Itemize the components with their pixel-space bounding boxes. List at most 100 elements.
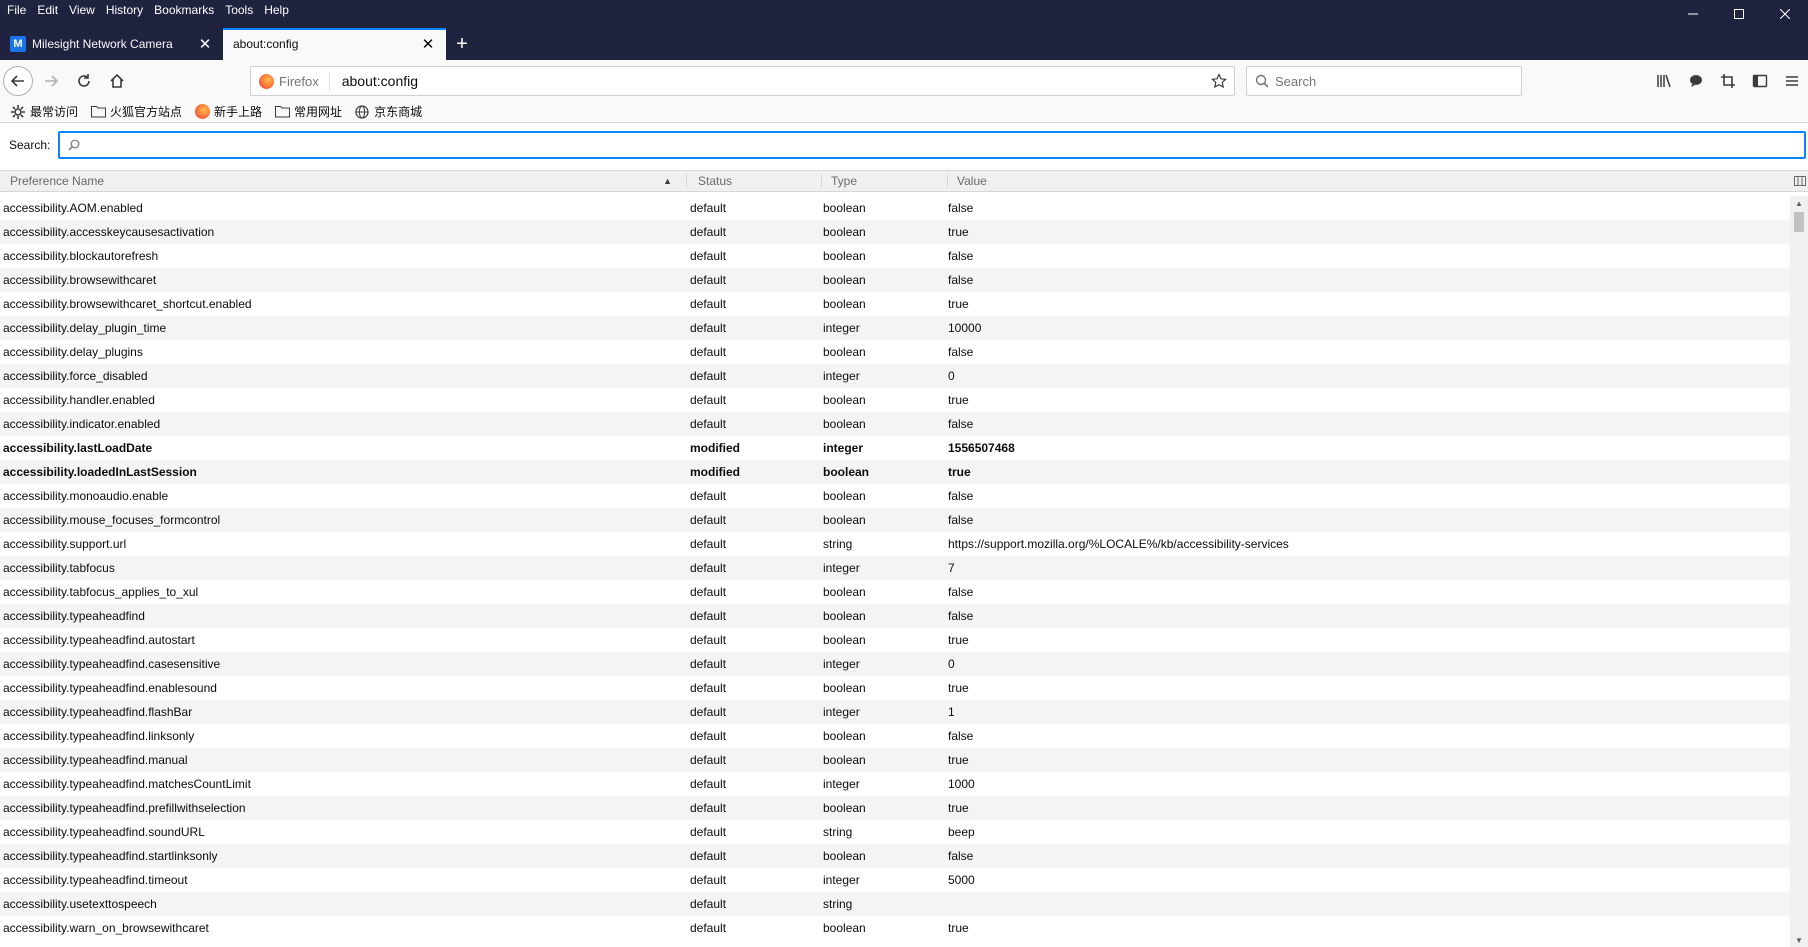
- column-header-type[interactable]: Type: [821, 174, 947, 188]
- url-text[interactable]: about:config: [330, 73, 1204, 89]
- table-row[interactable]: accessibility.loadedInLastSession modifie…: [0, 460, 1790, 484]
- forward-button[interactable]: [36, 66, 66, 96]
- scrollbar-thumb[interactable]: [1794, 212, 1804, 232]
- pref-status-cell: default: [690, 417, 727, 431]
- bookmark-most-visited[interactable]: 最常访问: [10, 103, 78, 120]
- tab-about-config[interactable]: about:config ✕: [223, 28, 446, 60]
- menu-view[interactable]: View: [69, 0, 95, 20]
- pref-name-cell: accessibility.warn_on_browsewithcaret: [3, 921, 209, 935]
- reload-button[interactable]: [69, 66, 99, 96]
- table-row[interactable]: accessibility.accesskeycausesactivation d…: [0, 220, 1790, 244]
- table-row[interactable]: accessibility.blockautorefresh default boo…: [0, 244, 1790, 268]
- pref-name-cell: accessibility.blockautorefresh: [3, 249, 159, 263]
- minimize-button[interactable]: [1670, 0, 1716, 28]
- table-row[interactable]: accessibility.browsewithcaret default bool…: [0, 268, 1790, 292]
- table-row[interactable]: accessibility.typeaheadfind.timeout defau…: [0, 868, 1790, 892]
- menu-history[interactable]: History: [106, 0, 143, 20]
- table-row[interactable]: accessibility.warn_on_browsewithcaret def…: [0, 916, 1790, 940]
- table-row[interactable]: accessibility.typeaheadfind.flashBar defa…: [0, 700, 1790, 724]
- table-row[interactable]: accessibility.handler.enabled default bool…: [0, 388, 1790, 412]
- bookmark-star-icon[interactable]: [1204, 73, 1234, 89]
- pref-name-cell: accessibility.typeaheadfind.casesensitiv…: [3, 657, 221, 671]
- pref-type-cell: boolean: [823, 609, 866, 623]
- menu-help[interactable]: Help: [264, 0, 289, 20]
- table-row[interactable]: accessibility.delay_plugin_time default in…: [0, 316, 1790, 340]
- sidebar-icon[interactable]: [1744, 66, 1776, 96]
- table-row[interactable]: accessibility.mouse_focuses_formcontrol d…: [0, 508, 1790, 532]
- column-header-value[interactable]: Value: [947, 174, 1792, 188]
- pref-name-cell: accessibility.handler.enabled: [3, 393, 155, 407]
- search-bar[interactable]: Search: [1246, 66, 1522, 96]
- pref-value-cell: 1556507468: [948, 441, 1015, 455]
- scroll-down-arrow-icon[interactable]: ▼: [1790, 933, 1808, 947]
- pref-value-cell: true: [948, 393, 969, 407]
- table-row[interactable]: accessibility.typeaheadfind.prefillwiths…: [0, 796, 1790, 820]
- table-row[interactable]: accessibility.typeaheadfind.enablesound d…: [0, 676, 1790, 700]
- close-tab-icon[interactable]: ✕: [420, 36, 436, 53]
- maximize-button[interactable]: [1716, 0, 1762, 28]
- table-row[interactable]: accessibility.typeaheadfind.manual defaul…: [0, 748, 1790, 772]
- url-bar[interactable]: Firefox about:config: [250, 66, 1235, 96]
- table-row[interactable]: accessibility.force_disabled default integ…: [0, 364, 1790, 388]
- column-picker-icon[interactable]: [1792, 170, 1808, 192]
- pref-status-cell: default: [690, 609, 727, 623]
- back-button[interactable]: [3, 65, 33, 96]
- table-row[interactable]: accessibility.delay_plugins default boolea…: [0, 340, 1790, 364]
- new-tab-button[interactable]: +: [446, 28, 478, 60]
- table-row[interactable]: accessibility.support.url default string ht…: [0, 532, 1790, 556]
- pref-status-cell: default: [690, 369, 727, 383]
- table-row[interactable]: accessibility.tabfocus_applies_to_xul def…: [0, 580, 1790, 604]
- pref-type-cell: boolean: [823, 393, 866, 407]
- close-window-button[interactable]: [1762, 0, 1808, 28]
- pref-name-cell: accessibility.mouse_focuses_formcontrol: [3, 513, 221, 527]
- table-row[interactable]: accessibility.typeaheadfind.casesensitiv…: [0, 652, 1790, 676]
- identity-box[interactable]: Firefox: [251, 71, 330, 91]
- pref-status-cell: default: [690, 897, 727, 911]
- library-icon[interactable]: [1648, 66, 1680, 96]
- column-header-name[interactable]: Preference Name ▲: [0, 174, 686, 188]
- table-row[interactable]: accessibility.typeaheadfind.matchesCount…: [0, 772, 1790, 796]
- bookmark-label: 新手上路: [214, 105, 263, 119]
- pref-name-cell: accessibility.typeaheadfind.enablesound: [3, 681, 217, 695]
- back-arrow-icon: [10, 74, 24, 87]
- pref-name-cell: accessibility.usetexttospeech: [3, 897, 157, 911]
- table-row[interactable]: accessibility.lastLoadDate modified intege…: [0, 436, 1790, 460]
- scroll-up-arrow-icon[interactable]: ▲: [1790, 196, 1808, 210]
- pref-name-cell: accessibility.typeaheadfind.manual: [3, 753, 188, 767]
- close-tab-icon[interactable]: ✕: [197, 36, 213, 53]
- table-row[interactable]: accessibility.typeaheadfind.linksonly def…: [0, 724, 1790, 748]
- menu-edit[interactable]: Edit: [37, 0, 58, 20]
- config-search-input[interactable]: [58, 131, 1807, 159]
- pref-status-cell: default: [690, 201, 727, 215]
- pref-type-cell: boolean: [823, 249, 866, 263]
- table-row[interactable]: accessibility.typeaheadfind default boolea…: [0, 604, 1790, 628]
- home-button[interactable]: [102, 66, 132, 96]
- table-row[interactable]: accessibility.AOM.enabled default boolean f…: [0, 196, 1790, 220]
- bookmark-firefox-official[interactable]: 火狐官方站点: [90, 103, 182, 120]
- tab-milesight[interactable]: M Milesight Network Camera ✕: [0, 28, 223, 60]
- crop-icon[interactable]: [1712, 66, 1744, 96]
- pref-type-cell: boolean: [823, 201, 866, 215]
- table-row[interactable]: accessibility.typeaheadfind.autostart def…: [0, 628, 1790, 652]
- table-row[interactable]: accessibility.browsewithcaret_shortcut.e…: [0, 292, 1790, 316]
- table-row[interactable]: accessibility.monoaudio.enable default boo…: [0, 484, 1790, 508]
- table-row[interactable]: accessibility.tabfocus default integer 7: [0, 556, 1790, 580]
- pref-value-cell: true: [948, 225, 969, 239]
- menu-tools[interactable]: Tools: [225, 0, 253, 20]
- menu-bookmarks[interactable]: Bookmarks: [154, 0, 214, 20]
- pref-type-cell: boolean: [823, 681, 866, 695]
- pref-value-cell: true: [948, 753, 969, 767]
- bookmark-getting-started[interactable]: 新手上路: [194, 103, 262, 120]
- bookmark-jd[interactable]: 京东商城: [354, 103, 422, 120]
- chat-bubble-icon[interactable]: [1680, 66, 1712, 96]
- bookmark-common-sites[interactable]: 常用网址: [274, 103, 342, 120]
- table-row[interactable]: accessibility.indicator.enabled default bo…: [0, 412, 1790, 436]
- table-row[interactable]: accessibility.usetexttospeech default stri…: [0, 892, 1790, 916]
- hamburger-menu-icon[interactable]: [1776, 66, 1808, 96]
- table-row[interactable]: accessibility.typeaheadfind.startlinkson…: [0, 844, 1790, 868]
- table-row[interactable]: accessibility.typeaheadfind.soundURL defa…: [0, 820, 1790, 844]
- menu-file[interactable]: File: [7, 0, 26, 20]
- column-header-status[interactable]: Status: [686, 174, 821, 188]
- pref-name-cell: accessibility.loadedInLastSession: [3, 465, 197, 479]
- vertical-scrollbar[interactable]: ▲ ▼: [1790, 196, 1808, 947]
